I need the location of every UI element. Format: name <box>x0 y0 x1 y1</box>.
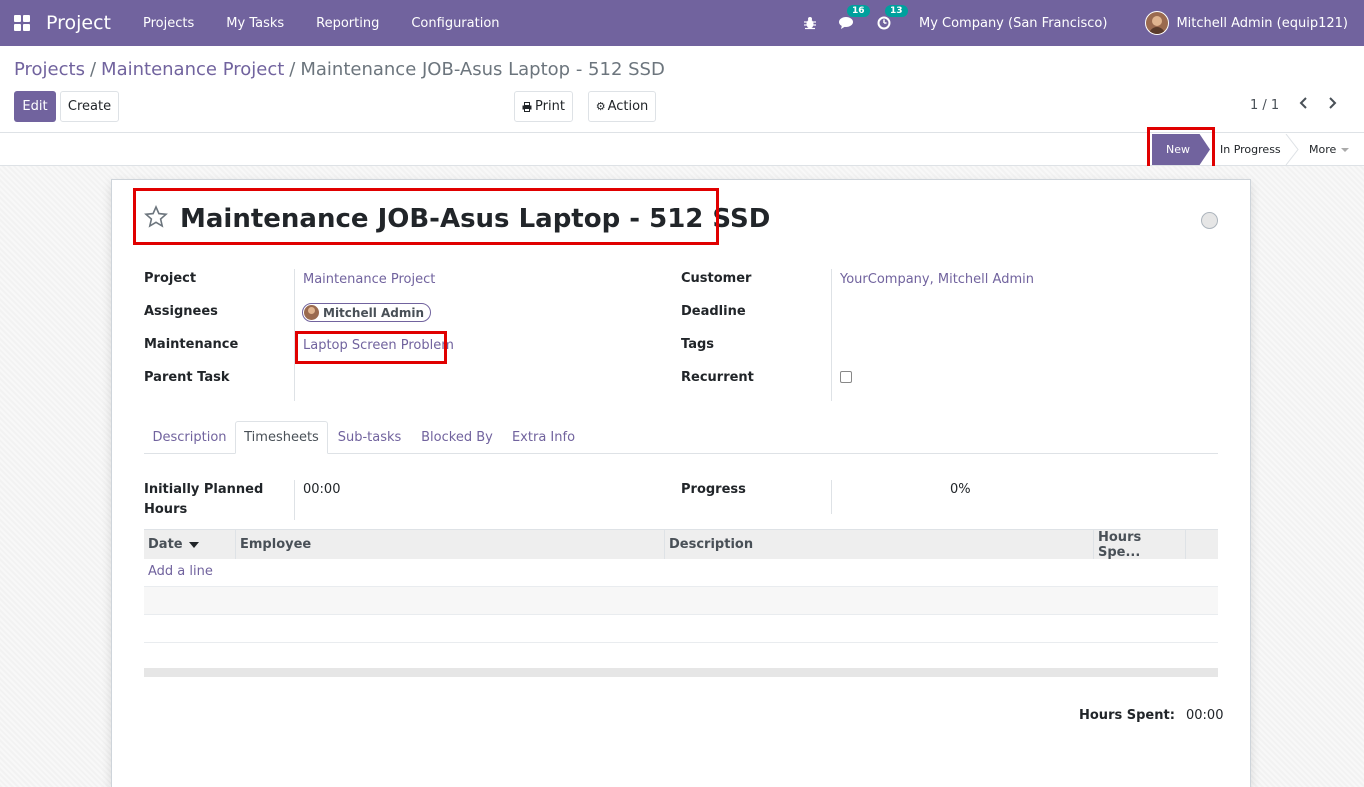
deadline-label: Deadline <box>681 304 746 319</box>
menu-my-tasks[interactable]: My Tasks <box>210 16 300 31</box>
column-date[interactable]: Date <box>144 530 236 559</box>
column-description[interactable]: Description <box>665 530 1094 559</box>
project-field[interactable]: Maintenance Project <box>303 272 435 287</box>
table-row <box>144 615 1218 643</box>
stage-separator <box>1285 134 1299 165</box>
gear-icon: ⚙ <box>595 100 606 113</box>
avatar <box>304 305 319 320</box>
table-row <box>144 559 1218 587</box>
pager-next-icon[interactable] <box>1327 96 1337 114</box>
menu-configuration[interactable]: Configuration <box>395 16 515 31</box>
planned-hours-label-line1: Initially Planned <box>144 482 264 497</box>
planned-hours-label-line2: Hours <box>144 502 188 517</box>
avatar <box>1145 11 1170 35</box>
bug-icon[interactable] <box>803 16 817 30</box>
column-hours-spent[interactable]: Hours Spe... <box>1094 530 1186 560</box>
messages-badge: 16 <box>846 5 870 17</box>
menu-reporting[interactable]: Reporting <box>300 16 395 31</box>
customer-label: Customer <box>681 271 752 286</box>
progress-label: Progress <box>681 482 746 497</box>
customer-field[interactable]: YourCompany, Mitchell Admin <box>840 272 1034 287</box>
maintenance-highlight-box <box>295 331 447 364</box>
breadcrumb-separator: / <box>289 59 296 80</box>
project-label: Project <box>144 271 197 286</box>
caret-down-icon <box>1341 147 1350 152</box>
clock-icon[interactable]: 13 <box>877 5 908 30</box>
kanban-state-indicator[interactable] <box>1201 212 1218 229</box>
progress-value: 0% <box>950 482 971 497</box>
planned-hours-field[interactable]: 00:00 <box>303 482 340 497</box>
edit-button[interactable]: Edit <box>14 91 56 122</box>
breadcrumb-projects[interactable]: Projects <box>14 59 85 80</box>
create-button[interactable]: Create <box>60 91 119 122</box>
breadcrumb-maintenance-project[interactable]: Maintenance Project <box>101 59 284 80</box>
company-switcher[interactable]: My Company (San Francisco) <box>919 16 1107 31</box>
recurrent-label: Recurrent <box>681 370 754 385</box>
app-name[interactable]: Project <box>46 12 111 34</box>
apps-menu-icon[interactable] <box>14 15 30 31</box>
action-button[interactable]: ⚙ Action <box>588 91 656 122</box>
tab-timesheets[interactable]: Timesheets <box>235 421 328 454</box>
title-highlight-box <box>133 188 719 245</box>
assignee-name: Mitchell Admin <box>323 305 425 320</box>
breadcrumb-separator: / <box>89 59 97 80</box>
timesheet-table-header: Date Employee Description Hours Spe... <box>144 529 1218 560</box>
pager-previous-icon[interactable] <box>1299 96 1309 114</box>
notebook-tabs: Description Timesheets Sub-tasks Blocked… <box>144 421 1218 454</box>
top-navbar: Project Projects My Tasks Reporting Conf… <box>0 0 1364 46</box>
hours-spent-total-label: Hours Spent: <box>1079 708 1175 723</box>
column-date-label: Date <box>148 537 183 552</box>
tab-extra-info[interactable]: Extra Info <box>503 421 584 454</box>
stage-more-button[interactable]: More <box>1309 134 1350 165</box>
print-label: Print <box>535 99 565 114</box>
add-line-link[interactable]: Add a line <box>148 564 213 579</box>
print-button[interactable]: Print <box>514 91 573 122</box>
chat-icon[interactable]: 16 <box>838 5 870 30</box>
field-divider <box>831 480 832 514</box>
assignees-label: Assignees <box>144 304 218 319</box>
tab-description[interactable]: Description <box>144 421 235 454</box>
stage-in-progress-button[interactable]: In Progress <box>1220 134 1281 165</box>
parent-task-label: Parent Task <box>144 370 230 385</box>
user-name: Mitchell Admin (equip121) <box>1176 15 1348 31</box>
tags-label: Tags <box>681 337 715 352</box>
action-label: Action <box>607 99 649 114</box>
maintenance-label: Maintenance <box>144 337 239 352</box>
breadcrumb: Projects / Maintenance Project / Mainten… <box>14 59 665 80</box>
recurrent-checkbox[interactable] <box>840 371 852 383</box>
table-row <box>144 587 1218 615</box>
user-menu[interactable]: Mitchell Admin (equip121) <box>1145 11 1348 35</box>
tab-blocked-by[interactable]: Blocked By <box>411 421 503 454</box>
tab-sub-tasks[interactable]: Sub-tasks <box>328 421 411 454</box>
pager-value[interactable]: 1 / 1 <box>1250 98 1279 113</box>
activities-badge: 13 <box>884 5 908 17</box>
hours-spent-total-value: 00:00 <box>1186 708 1224 723</box>
breadcrumb-current: Maintenance JOB-Asus Laptop - 512 SSD <box>300 59 665 80</box>
column-employee[interactable]: Employee <box>236 530 665 559</box>
field-divider <box>294 269 295 401</box>
menu-projects[interactable]: Projects <box>127 16 210 31</box>
print-icon <box>522 101 532 112</box>
more-label: More <box>1309 143 1337 156</box>
table-footer <box>144 668 1218 677</box>
field-divider <box>294 480 295 520</box>
assignee-tag[interactable]: Mitchell Admin <box>302 303 432 322</box>
field-divider <box>831 269 832 401</box>
sort-down-icon <box>188 541 199 548</box>
